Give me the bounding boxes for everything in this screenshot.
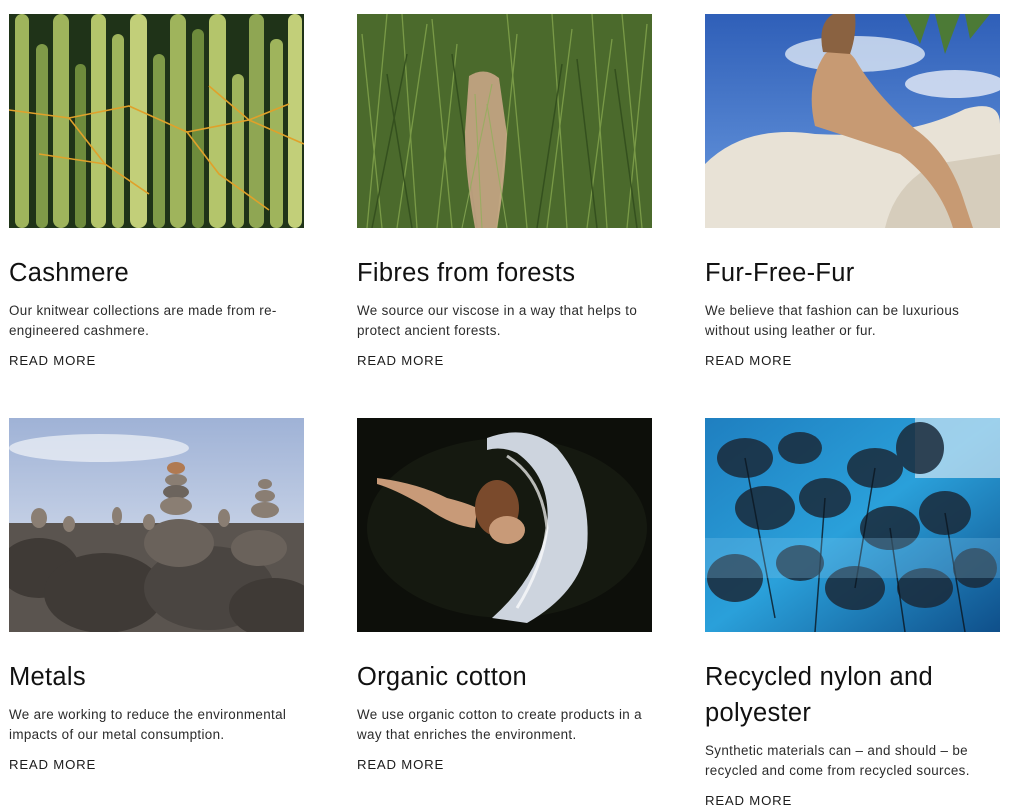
- material-card-fur-free-fur: Fur-Free-Fur We believe that fashion can…: [705, 14, 1001, 370]
- stacked-stones-image[interactable]: [9, 418, 304, 632]
- card-title: Fur-Free-Fur: [705, 259, 855, 287]
- card-title: Organic cotton: [357, 663, 528, 691]
- materials-grid: Cashmere Our knitwear collections are ma…: [0, 0, 1024, 812]
- card-title: Metals: [9, 663, 86, 691]
- card-description: Synthetic materials can – and should – b…: [705, 743, 970, 778]
- read-more-link[interactable]: READ MORE: [705, 793, 792, 808]
- card-title: Fibres from forests: [357, 259, 576, 287]
- read-more-link[interactable]: READ MORE: [9, 757, 96, 772]
- cactus-image[interactable]: [9, 14, 304, 228]
- card-description: We believe that fashion can be luxurious…: [705, 303, 960, 338]
- card-description: We are working to reduce the environment…: [9, 707, 287, 742]
- card-description: Our knitwear collections are made from r…: [9, 303, 277, 338]
- card-description: We source our viscose in a way that help…: [357, 303, 638, 338]
- material-card-organic-cotton: Organic cotton We use organic cotton to …: [357, 418, 653, 774]
- read-more-link[interactable]: READ MORE: [9, 353, 96, 368]
- swimmer-fabric-image[interactable]: [357, 418, 652, 632]
- card-title: Recycled nylon and polyester: [705, 663, 933, 727]
- read-more-link[interactable]: READ MORE: [705, 353, 792, 368]
- read-more-link[interactable]: READ MORE: [357, 353, 444, 368]
- horse-rider-image[interactable]: [705, 14, 1000, 228]
- card-title: Cashmere: [9, 259, 130, 287]
- material-card-cashmere: Cashmere Our knitwear collections are ma…: [9, 14, 305, 370]
- card-description: We use organic cotton to create products…: [357, 707, 642, 742]
- material-card-recycled-nylon-polyester: Recycled nylon and polyester Synthetic m…: [705, 418, 1001, 810]
- read-more-link[interactable]: READ MORE: [357, 757, 444, 772]
- material-card-fibres-from-forests: Fibres from forests We source our viscos…: [357, 14, 653, 370]
- blue-leaves-image[interactable]: [705, 418, 1000, 632]
- material-card-metals: Metals We are working to reduce the envi…: [9, 418, 305, 774]
- tall-grass-image[interactable]: [357, 14, 652, 228]
